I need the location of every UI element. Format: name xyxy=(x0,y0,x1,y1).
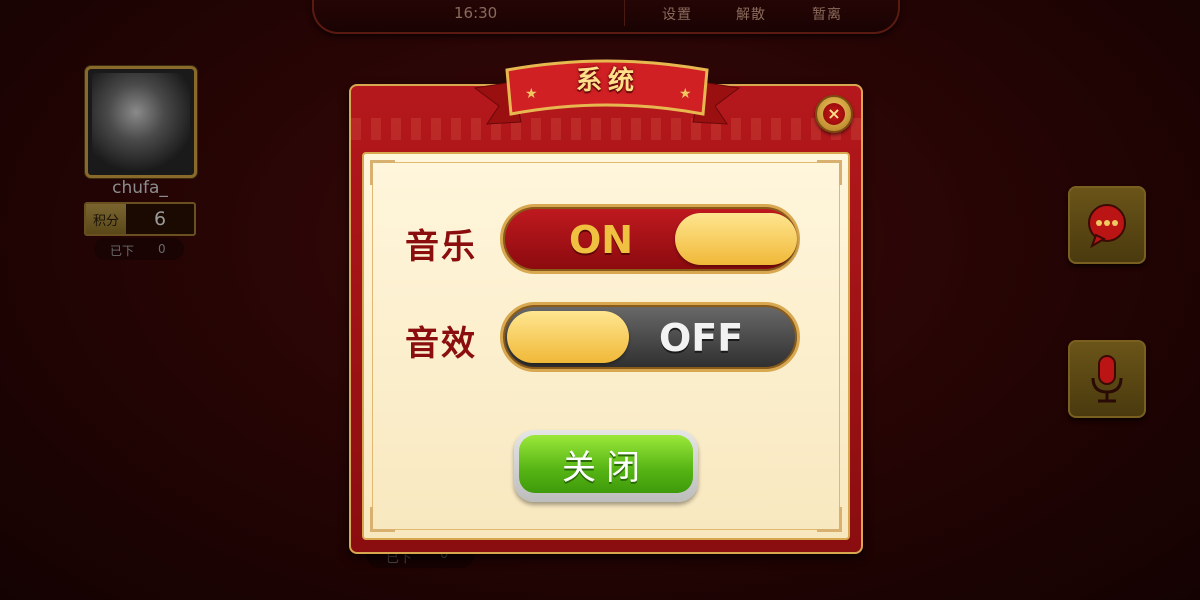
clock: 16:30 xyxy=(454,4,498,22)
sound-effects-label: 音效 xyxy=(405,324,477,364)
corner-ornament xyxy=(817,160,842,185)
score-value: 6 xyxy=(153,208,167,230)
sound-effects-toggle[interactable]: OFF xyxy=(500,302,800,372)
played-label: 已下 xyxy=(110,244,135,258)
corner-ornament xyxy=(370,507,395,532)
player-name: chufa_ xyxy=(112,178,168,198)
sound-effects-toggle-state: OFF xyxy=(659,316,744,360)
played-count-badge: 已下 0 xyxy=(94,238,184,260)
score-label: 积分 xyxy=(86,204,126,234)
close-button-label: 关闭 xyxy=(519,435,693,493)
svg-text:★: ★ xyxy=(525,86,538,102)
voice-button[interactable] xyxy=(1068,340,1146,418)
top-bar: 16:30 设置 解散 暂离 xyxy=(312,0,900,34)
close-x-icon: × xyxy=(823,103,845,125)
music-toggle-knob[interactable] xyxy=(675,213,797,265)
sound-effects-toggle-knob[interactable] xyxy=(507,311,629,363)
played-value: 0 xyxy=(158,242,166,256)
music-toggle-state: ON xyxy=(569,218,634,262)
corner-ornament xyxy=(370,160,395,185)
dialog-title: 系统 xyxy=(575,66,640,96)
dismiss-menu-item[interactable]: 解散 xyxy=(736,4,766,24)
microphone-icon xyxy=(1091,355,1123,403)
music-label: 音乐 xyxy=(405,227,477,267)
svg-text:★: ★ xyxy=(679,86,692,102)
close-dialog-button[interactable]: × xyxy=(815,95,853,133)
avatar-photo xyxy=(92,73,190,171)
divider xyxy=(624,0,625,26)
settings-menu-item[interactable]: 设置 xyxy=(662,4,692,24)
chat-button[interactable] xyxy=(1068,186,1146,264)
score-box: 积分 6 xyxy=(84,202,196,236)
chat-bubble-icon xyxy=(1088,204,1126,249)
music-toggle[interactable]: ON xyxy=(500,204,800,274)
corner-ornament xyxy=(817,507,842,532)
avatar[interactable] xyxy=(85,66,197,178)
away-menu-item[interactable]: 暂离 xyxy=(812,4,842,24)
close-button[interactable]: 关闭 xyxy=(514,430,698,502)
